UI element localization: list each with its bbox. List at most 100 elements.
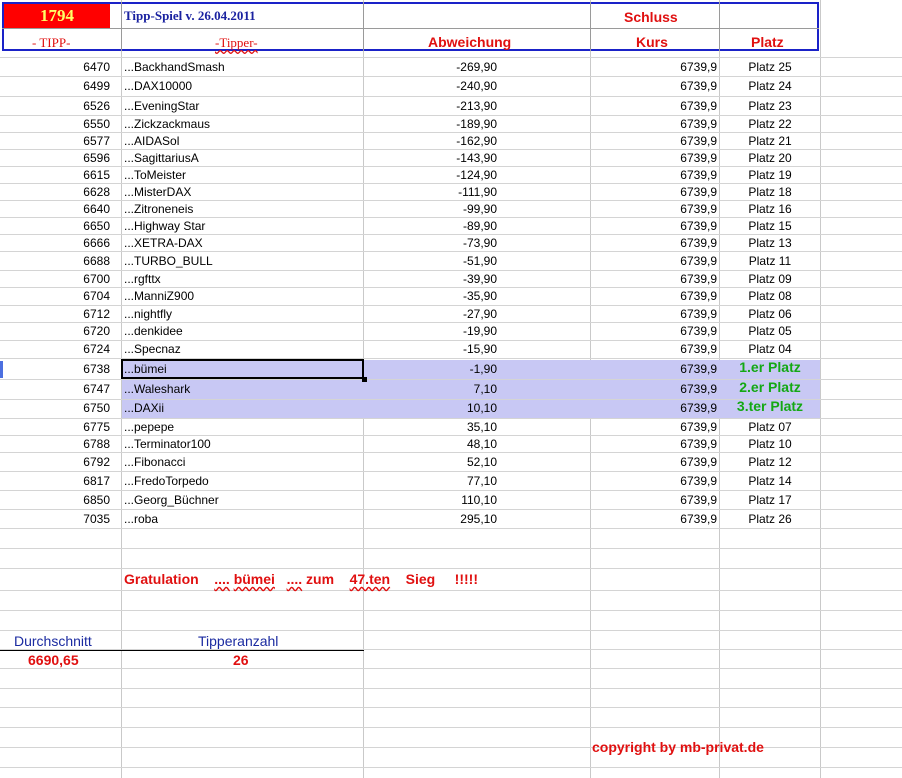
cell-tipp[interactable]: 6628 <box>4 184 110 201</box>
cell-tipp[interactable]: 6775 <box>4 419 110 436</box>
cell-kurs[interactable]: 6739,9 <box>592 288 717 305</box>
cell-abweichung[interactable]: -124,90 <box>366 167 497 184</box>
cell-tipp[interactable]: 6792 <box>4 454 110 471</box>
cell-abweichung[interactable]: -143,90 <box>366 150 497 167</box>
cell-platz[interactable]: Platz 09 <box>720 271 820 288</box>
cell-kurs[interactable]: 6739,9 <box>592 454 717 471</box>
cell-tipper[interactable]: ...denkidee <box>124 323 183 340</box>
cell-kurs[interactable]: 6739,9 <box>592 78 717 95</box>
column-header-abweichung[interactable]: Abweichung <box>428 34 511 50</box>
cell-platz[interactable]: Platz 13 <box>720 235 820 252</box>
cell-abweichung[interactable]: 10,10 <box>366 400 497 417</box>
cell-tipper[interactable]: ...Specnaz <box>124 341 181 358</box>
cell-kurs[interactable]: 6739,9 <box>592 323 717 340</box>
cell-abweichung[interactable]: -213,90 <box>366 98 497 115</box>
cell-tipp[interactable]: 6700 <box>4 271 110 288</box>
cell-abweichung[interactable]: -19,90 <box>366 323 497 340</box>
cell-platz[interactable]: Platz 16 <box>720 201 820 218</box>
cell-platz[interactable]: Platz 22 <box>720 116 820 133</box>
cell-abweichung[interactable]: -1,90 <box>366 361 497 378</box>
cell-abweichung[interactable]: -111,90 <box>366 184 497 201</box>
cell-kurs[interactable]: 6739,9 <box>592 253 717 270</box>
cell-tipper[interactable]: ...Zitroneneis <box>124 201 193 218</box>
cell-tipper[interactable]: ...AIDASol <box>124 133 179 150</box>
cell-kurs[interactable]: 6739,9 <box>592 492 717 509</box>
cell-platz[interactable]: Platz 14 <box>720 473 820 490</box>
cell-tipp[interactable]: 6615 <box>4 167 110 184</box>
cell-platz[interactable]: Platz 26 <box>720 511 820 528</box>
cell-platz[interactable]: Platz 04 <box>720 341 820 358</box>
cell-tipp[interactable]: 6738 <box>4 361 110 378</box>
cell-tipp[interactable]: 6650 <box>4 218 110 235</box>
cell-platz[interactable]: Platz 23 <box>720 98 820 115</box>
congratulation-line[interactable]: Gratulation .... bümei .... zum 47.ten S… <box>124 571 478 587</box>
cell-abweichung[interactable]: -51,90 <box>366 253 497 270</box>
cell-platz[interactable]: Platz 05 <box>720 323 820 340</box>
cell-tipper[interactable]: ...TURBO_BULL <box>124 253 213 270</box>
column-header-platz[interactable]: Platz <box>751 34 784 50</box>
cell-tipper[interactable]: ...nightfly <box>124 306 172 323</box>
cell-abweichung[interactable]: -189,90 <box>366 116 497 133</box>
cell-abweichung[interactable]: -240,90 <box>366 78 497 95</box>
cell-abweichung[interactable]: 77,10 <box>366 473 497 490</box>
tipper-count-label[interactable]: Tipperanzahl <box>198 633 278 649</box>
cell-abweichung[interactable]: 35,10 <box>366 419 497 436</box>
cell-platz[interactable]: Platz 06 <box>720 306 820 323</box>
cell-tipp[interactable]: 6470 <box>4 59 110 76</box>
cell-tipp[interactable]: 6712 <box>4 306 110 323</box>
cell-tipper[interactable]: ...pepepe <box>124 419 174 436</box>
cell-kurs[interactable]: 6739,9 <box>592 201 717 218</box>
cell-abweichung[interactable]: -35,90 <box>366 288 497 305</box>
copyright-notice[interactable]: copyright by mb-privat.de <box>592 739 764 755</box>
cell-tipp[interactable]: 6750 <box>4 400 110 417</box>
cell-tipper[interactable]: ...XETRA-DAX <box>124 235 203 252</box>
cell-tipper[interactable]: ...roba <box>124 511 158 528</box>
cell-tipp[interactable]: 6817 <box>4 473 110 490</box>
cell-tipper[interactable]: ...Zickzackmaus <box>124 116 210 133</box>
cell-platz[interactable]: 2.er Platz <box>720 379 820 396</box>
cell-abweichung[interactable]: 295,10 <box>366 511 497 528</box>
cell-abweichung[interactable]: -15,90 <box>366 341 497 358</box>
cell-platz[interactable]: Platz 21 <box>720 133 820 150</box>
cell-abweichung[interactable]: -39,90 <box>366 271 497 288</box>
cell-platz[interactable]: 3.ter Platz <box>720 398 820 415</box>
cell-platz[interactable]: Platz 17 <box>720 492 820 509</box>
cell-tipper[interactable]: ...SagittariusA <box>124 150 199 167</box>
cell-kurs[interactable]: 6739,9 <box>592 218 717 235</box>
cell-kurs[interactable]: 6739,9 <box>592 116 717 133</box>
cell-platz[interactable]: Platz 24 <box>720 78 820 95</box>
column-header-tipper[interactable]: -Tipper- <box>215 35 258 51</box>
cell-abweichung[interactable]: -162,90 <box>366 133 497 150</box>
cell-tipp[interactable]: 6550 <box>4 116 110 133</box>
game-title[interactable]: Tipp-Spiel v. 26.04.2011 <box>124 8 256 24</box>
cell-kurs[interactable]: 6739,9 <box>592 511 717 528</box>
cell-kurs[interactable]: 6739,9 <box>592 133 717 150</box>
cell-abweichung[interactable]: -99,90 <box>366 201 497 218</box>
cell-tipp[interactable]: 6850 <box>4 492 110 509</box>
cell-platz[interactable]: 1.er Platz <box>720 359 820 376</box>
cell-kurs[interactable]: 6739,9 <box>592 436 717 453</box>
cell-kurs[interactable]: 6739,9 <box>592 59 717 76</box>
cell-tipp[interactable]: 6747 <box>4 381 110 398</box>
cell-tipper[interactable]: ...ManniZ900 <box>124 288 194 305</box>
cell-platz[interactable]: Platz 19 <box>720 167 820 184</box>
cell-tipper[interactable]: ...FredoTorpedo <box>124 473 209 490</box>
cell-kurs[interactable]: 6739,9 <box>592 400 717 417</box>
cell-tipp[interactable]: 6596 <box>4 150 110 167</box>
header-schluss[interactable]: Schluss <box>624 9 678 25</box>
tipp-count-cell[interactable]: 1794 <box>4 4 110 28</box>
cell-abweichung[interactable]: 52,10 <box>366 454 497 471</box>
cell-abweichung[interactable]: -73,90 <box>366 235 497 252</box>
cell-kurs[interactable]: 6739,9 <box>592 167 717 184</box>
cell-platz[interactable]: Platz 18 <box>720 184 820 201</box>
tipper-count-value[interactable]: 26 <box>233 652 249 668</box>
cell-tipp[interactable]: 7035 <box>4 511 110 528</box>
cell-kurs[interactable]: 6739,9 <box>592 235 717 252</box>
cell-kurs[interactable]: 6739,9 <box>592 98 717 115</box>
cell-kurs[interactable]: 6739,9 <box>592 473 717 490</box>
cell-kurs[interactable]: 6739,9 <box>592 341 717 358</box>
cell-platz[interactable]: Platz 10 <box>720 436 820 453</box>
cell-tipper[interactable]: ...DAXii <box>124 400 164 417</box>
cell-tipp[interactable]: 6526 <box>4 98 110 115</box>
cell-platz[interactable]: Platz 08 <box>720 288 820 305</box>
